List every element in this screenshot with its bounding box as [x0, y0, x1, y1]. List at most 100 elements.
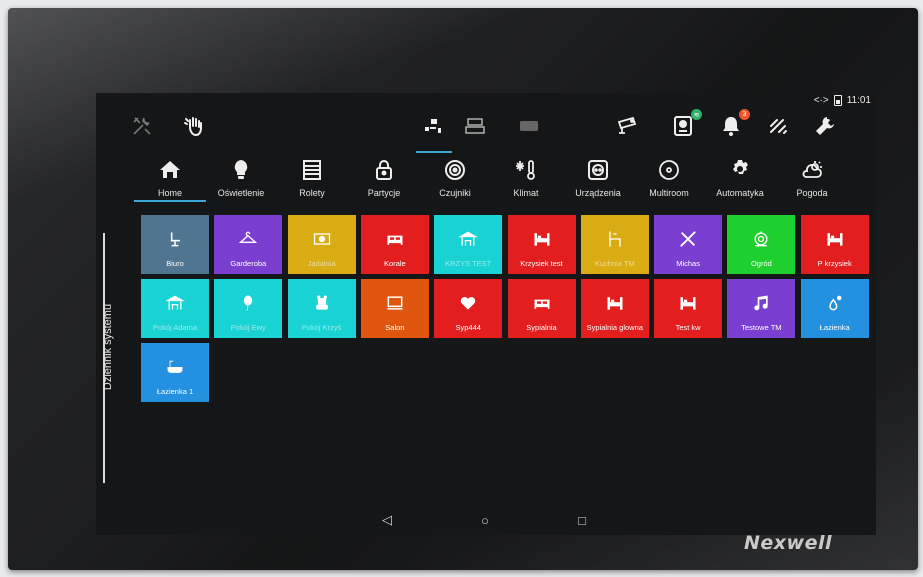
room-tile-label: Łazienka 1: [156, 387, 194, 396]
tablet-view-icon[interactable]: [516, 113, 542, 139]
dining-icon: [312, 228, 332, 250]
room-tile[interactable]: Krzysiek test: [507, 215, 576, 274]
category-partitions[interactable]: Partycje: [348, 155, 420, 198]
weather-icon: [776, 155, 848, 185]
room-tile-label: Korale: [384, 259, 406, 268]
home-circle-icon[interactable]: ○: [475, 511, 495, 529]
wireless-icon[interactable]: [766, 113, 792, 139]
status-bar: <·> 11:01: [814, 95, 871, 106]
room-tile[interactable]: Sypialnia glowna: [580, 279, 649, 338]
music-icon: [751, 292, 771, 314]
blinds-icon: [276, 155, 348, 185]
screen: <·> 11:01 ≋ 3 Home Oświetlenie Rolety Pa…: [96, 93, 876, 535]
hose-icon: [751, 228, 771, 250]
room-tile[interactable]: Michas: [654, 215, 723, 274]
room-tile-label: Pokój Krzyś: [301, 323, 342, 332]
room-tile[interactable]: Kuchnia TM: [580, 215, 649, 274]
toy-icon: [312, 292, 332, 314]
room-tile[interactable]: Testowe TM: [727, 279, 796, 338]
intercom-badge: ≋: [691, 109, 702, 120]
category-home[interactable]: Home: [134, 155, 206, 198]
lock-icon: [348, 155, 420, 185]
floors-view-icon[interactable]: [462, 113, 488, 139]
lightbulb-icon: [205, 155, 277, 185]
category-label: Multiroom: [649, 188, 689, 198]
view-selected-indicator: [416, 151, 452, 153]
category-label: Czujniki: [439, 188, 471, 198]
bed-icon: [605, 292, 625, 314]
bell-icon[interactable]: 3: [718, 109, 750, 139]
battery-icon: [833, 95, 842, 106]
hanger-icon: [238, 228, 258, 250]
room-tile[interactable]: Sypialnia: [507, 279, 576, 338]
room-tile[interactable]: Jadalnia: [287, 215, 356, 274]
camera-icon[interactable]: [614, 113, 640, 139]
category-label: Home: [157, 188, 182, 198]
bathtub-icon: [165, 356, 185, 378]
gear-icon: [704, 155, 776, 185]
wrench-icon[interactable]: [812, 113, 838, 139]
room-tile-label: KRZYS TEST: [445, 259, 492, 268]
tools-icon: [678, 228, 698, 250]
room-tile[interactable]: Korale: [360, 215, 429, 274]
bed-double-icon: [532, 292, 552, 314]
category-sensors[interactable]: Czujniki: [419, 155, 491, 198]
top-bar: ≋ 3: [96, 107, 876, 153]
playground-icon: [165, 292, 185, 314]
room-tile[interactable]: Łazienka 1: [141, 343, 209, 402]
category-multiroom[interactable]: Multiroom: [633, 155, 705, 198]
room-tile-label: Syp444: [455, 323, 481, 332]
balloon-icon: [238, 292, 258, 314]
tools-icon[interactable]: [129, 113, 155, 139]
category-lighting[interactable]: Oświetlenie: [205, 155, 277, 198]
room-tile-label: P krzysiek: [817, 259, 852, 268]
hand-icon[interactable]: [182, 113, 208, 139]
room-tile-label: Pokój Adama: [152, 323, 198, 332]
climate-icon: [490, 155, 562, 185]
room-tile-label: Łazienka: [819, 323, 850, 332]
back-icon[interactable]: ◁: [377, 511, 397, 529]
room-tile[interactable]: Pokój Krzyś: [287, 279, 356, 338]
category-climate[interactable]: Klimat: [490, 155, 562, 198]
room-tile-label: Krzysiek test: [520, 259, 563, 268]
recents-icon[interactable]: □: [572, 511, 592, 529]
room-tile[interactable]: P krzysiek: [800, 215, 869, 274]
bed-icon: [825, 228, 845, 250]
room-tile[interactable]: Pokój Adama: [141, 279, 209, 338]
home-icon: [134, 155, 206, 185]
room-tile[interactable]: Łazienka: [800, 279, 869, 338]
category-label: Klimat: [513, 188, 539, 198]
room-tile-label: Testowe TM: [741, 323, 782, 332]
room-tile[interactable]: Salon: [360, 279, 429, 338]
system-log-tab[interactable]: Dziennik systemu: [96, 233, 118, 483]
room-tile-label: Michas: [676, 259, 700, 268]
system-log-label: Dziennik systemu: [102, 303, 114, 391]
nexwell-logo: Nexwell: [743, 532, 832, 554]
bed-icon: [532, 228, 552, 250]
tablet-device: <·> 11:01 ≋ 3 Home Oświetlenie Rolety Pa…: [8, 8, 918, 570]
room-tile[interactable]: Test kw: [654, 279, 723, 338]
room-tile-label: Kuchnia TM: [594, 259, 635, 268]
kitchen-icon: [605, 228, 625, 250]
sensor-icon: [419, 155, 491, 185]
drops-icon: [825, 292, 845, 314]
intercom-icon[interactable]: ≋: [670, 109, 702, 139]
socket-icon: [562, 155, 634, 185]
room-tile[interactable]: Pokój Ewy: [214, 279, 283, 338]
category-weather[interactable]: Pogoda: [776, 155, 848, 198]
room-tile-label: Biuro: [166, 259, 184, 268]
category-devices[interactable]: Urządzenia: [562, 155, 634, 198]
room-tile[interactable]: Ogród: [727, 215, 796, 274]
room-tile-label: Pokój Ewy: [230, 323, 266, 332]
room-tile[interactable]: Garderoba: [214, 215, 283, 274]
disc-icon: [633, 155, 705, 185]
category-automation[interactable]: Automatyka: [704, 155, 776, 198]
rooms-view-icon[interactable]: [421, 113, 447, 139]
category-blinds[interactable]: Rolety: [276, 155, 348, 198]
heart-icon: [458, 292, 478, 314]
room-tile-label: Test kw: [675, 323, 701, 332]
category-label: Pogoda: [796, 188, 828, 198]
room-tile[interactable]: KRZYS TEST: [434, 215, 503, 274]
room-tile[interactable]: Biuro: [141, 215, 209, 274]
room-tile[interactable]: Syp444: [434, 279, 503, 338]
